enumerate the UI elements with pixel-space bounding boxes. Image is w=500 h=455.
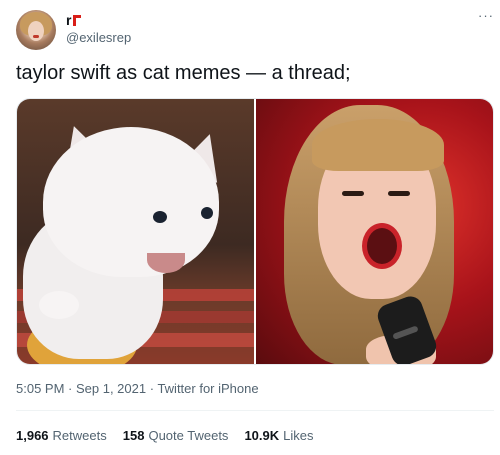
avatar-lips [33, 35, 39, 38]
media-image-cat[interactable] [17, 99, 254, 364]
media-image-singer[interactable] [256, 99, 493, 364]
author-handle[interactable]: @exilesrep [66, 30, 131, 45]
retweets-label: Retweets [52, 428, 107, 443]
author-display-name[interactable]: r [66, 12, 71, 28]
retweets-stat[interactable]: 1,966 Retweets [16, 428, 107, 443]
meta-separator: · [64, 381, 76, 396]
tweet-date[interactable]: Sep 1, 2021 [76, 381, 146, 396]
tweet-time[interactable]: 5:05 PM [16, 381, 64, 396]
cat-eye-right [201, 207, 213, 219]
retweets-count: 1,966 [16, 428, 49, 443]
likes-label: Likes [283, 428, 314, 443]
singer-mouth [362, 223, 402, 269]
quote-tweets-label: Quote Tweets [148, 428, 229, 443]
likes-count: 10.9K [244, 428, 280, 443]
quote-tweets-stat[interactable]: 158 Quote Tweets [123, 428, 229, 443]
more-options-button[interactable]: ··· [478, 8, 494, 23]
tweet-source[interactable]: Twitter for iPhone [157, 381, 258, 396]
singer-eye-left [342, 191, 364, 196]
cat-head [43, 127, 219, 277]
tweet-text: taylor swift as cat memes — a thread; [16, 62, 351, 84]
author-name-row[interactable]: r [66, 12, 82, 28]
red-flag-icon [73, 14, 82, 26]
singer-eye-right [388, 191, 410, 196]
tweet-card: r @exilesrep ··· taylor swift as cat mem… [0, 0, 500, 455]
divider [16, 410, 494, 411]
tweet-media[interactable] [16, 98, 494, 365]
tweet-meta: 5:05 PM · Sep 1, 2021 · Twitter for iPho… [16, 381, 259, 396]
cat-paw [39, 291, 79, 319]
avatar-face [28, 21, 44, 41]
avatar[interactable] [16, 10, 56, 50]
cat-eye-left [153, 211, 167, 223]
quote-tweets-count: 158 [122, 428, 145, 443]
meta-separator: · [146, 381, 158, 396]
cat-mouth [147, 247, 185, 273]
singer-bangs [312, 119, 444, 171]
tweet-stats: 1,966 Retweets 158 Quote Tweets 10.9K Li… [16, 428, 314, 443]
likes-stat[interactable]: 10.9K Likes [244, 428, 313, 443]
